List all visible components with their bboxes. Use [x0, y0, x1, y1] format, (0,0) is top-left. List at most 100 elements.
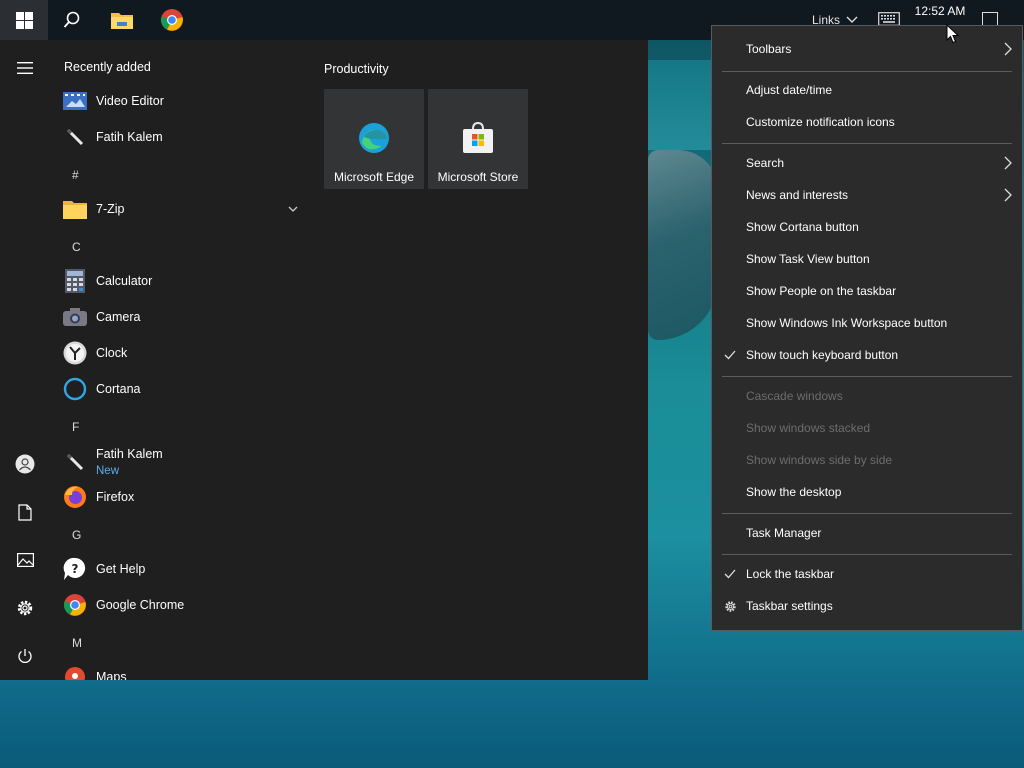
menu-item-windows-side-by-side: Show windows side by side	[712, 445, 1022, 477]
menu-item-label: Search	[746, 156, 785, 170]
tile-microsoft-store[interactable]: Microsoft Store	[428, 89, 528, 189]
menu-item-label: Show the desktop	[746, 485, 842, 499]
app-7zip-folder[interactable]: 7-Zip	[50, 191, 308, 227]
menu-separator	[722, 71, 1012, 72]
menu-item-show-ink-workspace[interactable]: Show Windows Ink Workspace button	[712, 308, 1022, 340]
video-editor-icon	[63, 92, 87, 110]
svg-text:?: ?	[72, 562, 79, 576]
app-label: Firefox	[96, 490, 135, 504]
letter-header-c[interactable]: C	[72, 240, 81, 254]
menu-item-show-task-view-button[interactable]: Show Task View button	[712, 244, 1022, 276]
menu-item-label: Lock the taskbar	[746, 567, 835, 581]
app-calculator[interactable]: Calculator	[50, 263, 308, 299]
app-label: Video Editor	[96, 94, 164, 108]
power-icon	[18, 649, 32, 663]
taskbar-clock[interactable]: 12:52 AM	[908, 4, 972, 18]
productivity-group-title[interactable]: Productivity	[324, 62, 389, 76]
menu-item-show-cortana-button[interactable]: Show Cortana button	[712, 212, 1022, 244]
settings-icon	[17, 600, 33, 616]
tile-microsoft-edge[interactable]: Microsoft Edge	[324, 89, 424, 189]
app-get-help[interactable]: ? Get Help	[50, 551, 308, 587]
menu-item-label: Toolbars	[746, 42, 792, 56]
menu-item-label: Show touch keyboard button	[746, 348, 899, 362]
windows-logo-icon	[15, 11, 33, 29]
app-firefox[interactable]: Firefox	[50, 479, 308, 515]
chevron-right-icon	[1004, 156, 1012, 170]
menu-item-adjust-date-time[interactable]: Adjust date/time	[712, 75, 1022, 107]
app-clock[interactable]: Clock	[50, 335, 308, 371]
app-label: Calculator	[96, 274, 153, 288]
app-camera[interactable]: Camera	[50, 299, 308, 335]
menu-item-task-manager[interactable]: Task Manager	[712, 518, 1022, 550]
app-label: 7-Zip	[96, 202, 125, 216]
start-button[interactable]	[0, 0, 48, 40]
chevron-down-icon	[846, 16, 858, 23]
touch-keyboard-icon[interactable]	[878, 12, 900, 26]
tile-label: Microsoft Store	[437, 170, 519, 184]
app-label: Get Help	[96, 562, 146, 576]
menu-item-show-desktop[interactable]: Show the desktop	[712, 477, 1022, 509]
help-icon: ?	[63, 557, 86, 580]
letter-header-f[interactable]: F	[72, 420, 79, 434]
menu-item-label: Taskbar settings	[746, 599, 833, 613]
maps-icon	[65, 667, 85, 680]
menu-item-show-people[interactable]: Show People on the taskbar	[712, 276, 1022, 308]
menu-item-cascade-windows: Cascade windows	[712, 381, 1022, 413]
taskbar-context-menu: Toolbars Adjust date/time Customize noti…	[711, 25, 1023, 631]
menu-item-label: Show windows stacked	[746, 421, 871, 435]
pen-icon	[66, 128, 84, 146]
menu-separator	[722, 554, 1012, 555]
menu-item-label: Task Manager	[746, 526, 822, 540]
app-cortana[interactable]: Cortana	[50, 371, 308, 407]
chevron-down-icon	[288, 206, 298, 212]
search-icon	[63, 11, 80, 28]
letter-header-g[interactable]: G	[72, 528, 81, 542]
menu-item-label: News and interests	[746, 188, 849, 202]
app-label: Maps	[96, 670, 127, 680]
app-maps[interactable]: Maps	[50, 659, 308, 680]
chevron-right-icon	[1004, 42, 1012, 56]
clock-icon	[63, 341, 87, 365]
pictures-button[interactable]	[0, 540, 50, 580]
gear-icon	[725, 601, 736, 612]
letter-header-hash[interactable]: #	[72, 168, 79, 182]
file-explorer-button[interactable]	[98, 0, 146, 40]
settings-button[interactable]	[0, 588, 50, 628]
menu-item-toolbars[interactable]: Toolbars	[712, 34, 1022, 66]
expand-menu-button[interactable]	[0, 48, 50, 88]
app-fatih-kalem[interactable]: Fatih Kalem	[50, 119, 308, 155]
app-google-chrome[interactable]: Google Chrome	[50, 587, 308, 623]
menu-item-search[interactable]: Search	[712, 148, 1022, 180]
app-video-editor[interactable]: Video Editor	[50, 83, 308, 119]
menu-item-label: Cascade windows	[746, 389, 843, 403]
power-button[interactable]	[0, 636, 50, 676]
chrome-taskbar-button[interactable]	[148, 0, 196, 40]
menu-item-taskbar-settings[interactable]: Taskbar settings	[712, 591, 1022, 623]
wallpaper-highlight	[648, 60, 718, 150]
menu-item-label: Customize notification icons	[746, 115, 895, 129]
menu-item-label: Adjust date/time	[746, 83, 833, 97]
checkmark-icon	[724, 569, 736, 579]
app-fatih-kalem-new[interactable]: Fatih Kalem New	[50, 443, 308, 483]
app-label: Google Chrome	[96, 598, 185, 612]
app-label: Cortana	[96, 382, 141, 396]
store-icon	[463, 121, 493, 153]
menu-item-news-and-interests[interactable]: News and interests	[712, 180, 1022, 212]
search-button[interactable]	[48, 0, 96, 40]
letter-header-m[interactable]: M	[72, 636, 82, 650]
menu-item-show-touch-keyboard[interactable]: Show touch keyboard button	[712, 340, 1022, 372]
app-label: Fatih Kalem	[96, 130, 163, 144]
documents-button[interactable]	[0, 492, 50, 532]
edge-icon	[359, 123, 389, 153]
menu-item-lock-taskbar[interactable]: Lock the taskbar	[712, 559, 1022, 591]
account-button[interactable]	[0, 444, 50, 484]
menu-separator	[722, 143, 1012, 144]
menu-separator	[722, 376, 1012, 377]
menu-item-customize-notification-icons[interactable]: Customize notification icons	[712, 107, 1022, 139]
camera-icon	[63, 308, 87, 326]
start-menu: Recently added Video Editor Fatih Kalem …	[0, 40, 648, 680]
mouse-cursor-icon	[946, 24, 960, 44]
wallpaper-rock	[648, 150, 718, 340]
chrome-icon	[161, 9, 183, 31]
calculator-icon	[65, 269, 85, 293]
